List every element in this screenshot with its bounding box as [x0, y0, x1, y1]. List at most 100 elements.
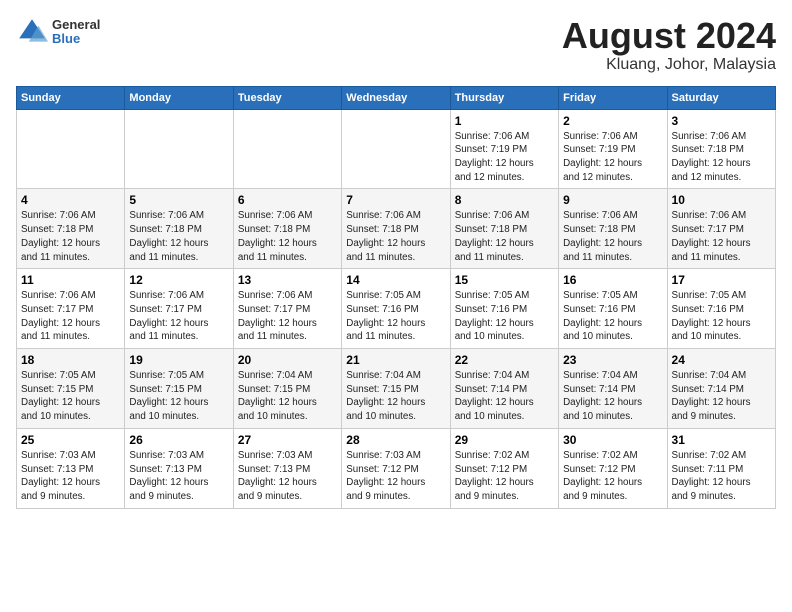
day-info: Sunrise: 7:06 AM Sunset: 7:18 PM Dayligh…	[129, 209, 228, 264]
calendar-week-row: 25 Sunrise: 7:03 AM Sunset: 7:13 PM Dayli…	[17, 428, 776, 508]
logo-text: General Blue	[52, 18, 100, 47]
calendar-cell: 19Sunrise: 7:05 AM Sunset: 7:15 PM Dayli…	[125, 349, 233, 429]
day-info: Sunrise: 7:06 AM Sunset: 7:19 PM Dayligh…	[455, 130, 554, 185]
page-subtitle: Kluang, Johor, Malaysia	[562, 56, 776, 74]
calendar-cell: 23 Sunrise: 7:04 AM Sunset: 7:14 PM Dayli…	[559, 349, 667, 429]
page-header: General Blue August 2024 Kluang, Johor, …	[16, 16, 776, 74]
day-info: Sunrise: 7:02 AM Sunset: 7:12 PM Dayligh…	[563, 449, 662, 504]
calendar-cell: 9Sunrise: 7:06 AM Sunset: 7:18 PM Daylig…	[559, 189, 667, 269]
day-number: 31	[672, 433, 771, 447]
day-info: Sunrise: 7:03 AM Sunset: 7:13 PM Dayligh…	[238, 449, 337, 504]
day-number: 1	[455, 114, 554, 128]
day-number: 9	[563, 193, 662, 207]
calendar-cell: 26 Sunrise: 7:03 AM Sunset: 7:13 PM Dayli…	[125, 428, 233, 508]
calendar-cell: 20 Sunrise: 7:04 AM Sunset: 7:15 PM Dayli…	[233, 349, 341, 429]
calendar-cell: 31 Sunrise: 7:02 AM Sunset: 7:11 PM Dayli…	[667, 428, 775, 508]
day-number: 17	[672, 273, 771, 287]
calendar-cell: 1 Sunrise: 7:06 AM Sunset: 7:19 PM Daylig…	[450, 109, 558, 189]
day-info: Sunrise: 7:05 AM Sunset: 7:15 PM Dayligh…	[129, 369, 228, 424]
day-number: 29	[455, 433, 554, 447]
day-info: Sunrise: 7:03 AM Sunset: 7:12 PM Dayligh…	[346, 449, 445, 504]
calendar-cell: 24 Sunrise: 7:04 AM Sunset: 7:14 PM Dayli…	[667, 349, 775, 429]
calendar-cell: 15 Sunrise: 7:05 AM Sunset: 7:16 PM Dayli…	[450, 269, 558, 349]
logo-general: General	[52, 18, 100, 32]
day-info: Sunrise: 7:06 AM Sunset: 7:17 PM Dayligh…	[21, 289, 120, 344]
calendar-cell: 11 Sunrise: 7:06 AM Sunset: 7:17 PM Dayli…	[17, 269, 125, 349]
day-info: Sunrise: 7:06 AM Sunset: 7:17 PM Dayligh…	[129, 289, 228, 344]
weekday-header-sunday: Sunday	[17, 86, 125, 109]
weekday-header-monday: Monday	[125, 86, 233, 109]
day-info: Sunrise: 7:05 AM Sunset: 7:16 PM Dayligh…	[346, 289, 445, 344]
calendar-week-row: 11 Sunrise: 7:06 AM Sunset: 7:17 PM Dayli…	[17, 269, 776, 349]
day-number: 20	[238, 353, 337, 367]
day-number: 8	[455, 193, 554, 207]
calendar-cell: 25 Sunrise: 7:03 AM Sunset: 7:13 PM Dayli…	[17, 428, 125, 508]
day-number: 2	[563, 114, 662, 128]
day-number: 27	[238, 433, 337, 447]
calendar-cell: 22Sunrise: 7:04 AM Sunset: 7:14 PM Dayli…	[450, 349, 558, 429]
calendar-cell: 30 Sunrise: 7:02 AM Sunset: 7:12 PM Dayli…	[559, 428, 667, 508]
day-info: Sunrise: 7:03 AM Sunset: 7:13 PM Dayligh…	[129, 449, 228, 504]
day-number: 22	[455, 353, 554, 367]
day-number: 5	[129, 193, 228, 207]
day-info: Sunrise: 7:06 AM Sunset: 7:18 PM Dayligh…	[21, 209, 120, 264]
day-number: 28	[346, 433, 445, 447]
day-number: 24	[672, 353, 771, 367]
day-number: 15	[455, 273, 554, 287]
day-number: 7	[346, 193, 445, 207]
day-number: 10	[672, 193, 771, 207]
day-info: Sunrise: 7:05 AM Sunset: 7:15 PM Dayligh…	[21, 369, 120, 424]
day-number: 11	[21, 273, 120, 287]
calendar-cell	[233, 109, 341, 189]
day-info: Sunrise: 7:06 AM Sunset: 7:18 PM Dayligh…	[346, 209, 445, 264]
day-info: Sunrise: 7:06 AM Sunset: 7:18 PM Dayligh…	[672, 130, 771, 185]
day-number: 25	[21, 433, 120, 447]
day-info: Sunrise: 7:04 AM Sunset: 7:14 PM Dayligh…	[563, 369, 662, 424]
calendar-cell: 5 Sunrise: 7:06 AM Sunset: 7:18 PM Daylig…	[125, 189, 233, 269]
calendar-cell: 17 Sunrise: 7:05 AM Sunset: 7:16 PM Dayli…	[667, 269, 775, 349]
day-number: 3	[672, 114, 771, 128]
calendar-cell: 13 Sunrise: 7:06 AM Sunset: 7:17 PM Dayli…	[233, 269, 341, 349]
day-info: Sunrise: 7:06 AM Sunset: 7:18 PM Dayligh…	[238, 209, 337, 264]
day-info: Sunrise: 7:05 AM Sunset: 7:16 PM Dayligh…	[455, 289, 554, 344]
calendar-cell: 2 Sunrise: 7:06 AM Sunset: 7:19 PM Daylig…	[559, 109, 667, 189]
day-number: 14	[346, 273, 445, 287]
weekday-header-thursday: Thursday	[450, 86, 558, 109]
day-number: 30	[563, 433, 662, 447]
calendar-cell: 4 Sunrise: 7:06 AM Sunset: 7:18 PM Daylig…	[17, 189, 125, 269]
calendar-cell: 3 Sunrise: 7:06 AM Sunset: 7:18 PM Daylig…	[667, 109, 775, 189]
weekday-header-tuesday: Tuesday	[233, 86, 341, 109]
day-number: 23	[563, 353, 662, 367]
calendar-cell: 28 Sunrise: 7:03 AM Sunset: 7:12 PM Dayli…	[342, 428, 450, 508]
day-info: Sunrise: 7:02 AM Sunset: 7:11 PM Dayligh…	[672, 449, 771, 504]
calendar-cell: 18 Sunrise: 7:05 AM Sunset: 7:15 PM Dayli…	[17, 349, 125, 429]
day-info: Sunrise: 7:04 AM Sunset: 7:15 PM Dayligh…	[346, 369, 445, 424]
calendar-cell	[125, 109, 233, 189]
day-number: 26	[129, 433, 228, 447]
calendar-week-row: 4 Sunrise: 7:06 AM Sunset: 7:18 PM Daylig…	[17, 189, 776, 269]
day-info: Sunrise: 7:06 AM Sunset: 7:19 PM Dayligh…	[563, 130, 662, 185]
day-info: Sunrise: 7:05 AM Sunset: 7:16 PM Dayligh…	[563, 289, 662, 344]
calendar-cell: 7 Sunrise: 7:06 AM Sunset: 7:18 PM Daylig…	[342, 189, 450, 269]
logo-blue: Blue	[52, 32, 100, 46]
day-info: Sunrise: 7:04 AM Sunset: 7:14 PM Dayligh…	[672, 369, 771, 424]
logo-icon	[16, 16, 48, 48]
calendar-cell	[342, 109, 450, 189]
weekday-header-friday: Friday	[559, 86, 667, 109]
calendar-cell: 6Sunrise: 7:06 AM Sunset: 7:18 PM Daylig…	[233, 189, 341, 269]
day-info: Sunrise: 7:05 AM Sunset: 7:16 PM Dayligh…	[672, 289, 771, 344]
day-number: 18	[21, 353, 120, 367]
calendar-cell: 12Sunrise: 7:06 AM Sunset: 7:17 PM Dayli…	[125, 269, 233, 349]
day-info: Sunrise: 7:06 AM Sunset: 7:17 PM Dayligh…	[238, 289, 337, 344]
day-info: Sunrise: 7:06 AM Sunset: 7:17 PM Dayligh…	[672, 209, 771, 264]
day-info: Sunrise: 7:03 AM Sunset: 7:13 PM Dayligh…	[21, 449, 120, 504]
calendar-cell: 29Sunrise: 7:02 AM Sunset: 7:12 PM Dayli…	[450, 428, 558, 508]
calendar-cell: 14 Sunrise: 7:05 AM Sunset: 7:16 PM Dayli…	[342, 269, 450, 349]
day-number: 4	[21, 193, 120, 207]
day-info: Sunrise: 7:04 AM Sunset: 7:15 PM Dayligh…	[238, 369, 337, 424]
calendar-week-row: 1 Sunrise: 7:06 AM Sunset: 7:19 PM Daylig…	[17, 109, 776, 189]
day-number: 21	[346, 353, 445, 367]
day-number: 13	[238, 273, 337, 287]
weekday-header-saturday: Saturday	[667, 86, 775, 109]
day-info: Sunrise: 7:06 AM Sunset: 7:18 PM Dayligh…	[455, 209, 554, 264]
